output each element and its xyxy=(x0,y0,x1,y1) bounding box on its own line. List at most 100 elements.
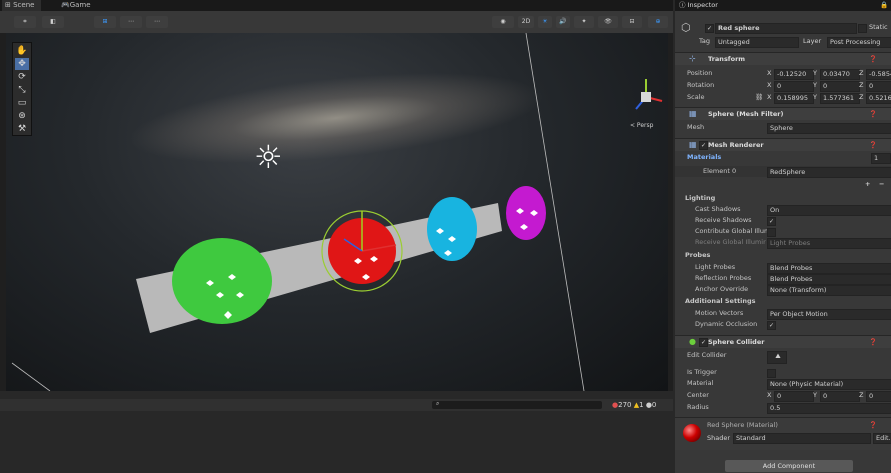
rotate-tool-icon[interactable]: ⟳ xyxy=(15,71,29,83)
lock-icon[interactable]: 🔒 xyxy=(880,0,888,11)
receive-shadows-checkbox[interactable]: ✓ xyxy=(767,217,776,226)
gizmos-menu-icon[interactable]: ⊕ xyxy=(648,16,668,28)
grid-button[interactable]: ⊞ xyxy=(94,16,116,28)
effects-toggle-icon[interactable]: ✦ xyxy=(574,16,594,28)
static-checkbox[interactable] xyxy=(858,24,867,33)
reflection-probes-row: Reflection Probes Blend Probes xyxy=(675,273,891,285)
camera-settings-icon[interactable]: ⊟ xyxy=(622,16,642,28)
probes-section[interactable]: Probes xyxy=(675,250,891,261)
radius-row: Radius 0.5 xyxy=(675,402,891,414)
materials-count-field[interactable]: 1 xyxy=(871,153,891,164)
transform-tools: ✋ ✥ ⟳ ⤡ ▭ ⊛ ⚒ xyxy=(12,42,32,136)
position-x-field[interactable]: -0.12520 xyxy=(774,69,814,80)
rotation-y-field[interactable]: 0 xyxy=(820,81,860,92)
center-row: Center X0 Y0 Z0 xyxy=(675,390,891,402)
cube-icon: ⬡ xyxy=(681,21,691,34)
constrain-proportions-icon[interactable]: ⛓ xyxy=(755,92,763,103)
shader-dropdown[interactable]: Standard xyxy=(733,433,871,444)
move-tool-icon[interactable]: ✥ xyxy=(15,58,29,70)
static-label: Static xyxy=(869,23,888,31)
directional-light-icon[interactable]: ☼ xyxy=(254,141,283,173)
2d-toggle-button[interactable]: 2D xyxy=(518,16,534,28)
scale-tool-icon[interactable]: ⤡ xyxy=(15,84,29,96)
mesh-renderer-header[interactable]: ▦ ✓ Mesh Renderer ❓ xyxy=(675,138,891,151)
layer-dropdown[interactable]: Post Processing xyxy=(827,37,891,48)
green-sphere[interactable] xyxy=(172,238,272,324)
sphere-collider-header[interactable]: ● ✓ Sphere Collider ❓ xyxy=(675,335,891,348)
object-header: ⬡ ✓ Red sphere Static xyxy=(675,21,891,34)
sphere-collider-checkbox[interactable]: ✓ xyxy=(699,338,708,347)
lighting-section[interactable]: Lighting xyxy=(675,193,891,204)
center-x-field[interactable]: 0 xyxy=(774,391,814,402)
add-component-button[interactable]: Add Component xyxy=(725,460,853,472)
position-z-field[interactable]: -0.5854 xyxy=(866,69,891,80)
mesh-renderer-checkbox[interactable]: ✓ xyxy=(699,141,708,150)
material-element-field[interactable]: RedSphere xyxy=(767,167,891,178)
scale-row: Scale ⛓ X 0.158995 Y 1.577361 Z 0.5216 xyxy=(675,92,891,104)
audio-toggle-icon[interactable]: 🔊 xyxy=(556,16,570,28)
contribute-gi-row: Contribute Global Illum xyxy=(675,226,891,237)
materials-row[interactable]: Materials 1 xyxy=(675,152,891,164)
rotation-row: Rotation X0 Y0 Z0 xyxy=(675,80,891,92)
physic-material-field[interactable]: None (Physic Material) xyxy=(767,379,891,390)
guide-line-left xyxy=(11,362,51,391)
hidden-objects-icon[interactable]: 👁 xyxy=(598,16,618,28)
orientation-gizmo[interactable] xyxy=(624,75,668,119)
hand-tool-icon[interactable]: ✋ xyxy=(15,45,29,57)
mesh-filter-header[interactable]: ▦ Sphere (Mesh Filter) ❓ xyxy=(675,107,891,120)
is-trigger-row: Is Trigger xyxy=(675,367,891,378)
radius-field[interactable]: 0.5 xyxy=(767,403,891,414)
scene-viewport[interactable]: ☼ < Persp xyxy=(6,33,668,391)
edit-collider-button[interactable]: ⛰ xyxy=(767,351,787,364)
position-y-field[interactable]: 0.03470 xyxy=(820,69,860,80)
tab-inspector[interactable]: ⓘ Inspector xyxy=(679,0,718,11)
custom-tool-icon[interactable]: ⚒ xyxy=(15,123,29,135)
is-trigger-checkbox[interactable] xyxy=(767,369,776,378)
contribute-gi-checkbox[interactable] xyxy=(767,228,776,237)
object-name-input[interactable]: Red sphere xyxy=(715,23,857,34)
rotation-x-field[interactable]: 0 xyxy=(774,81,814,92)
cyan-sphere[interactable] xyxy=(427,197,477,261)
center-z-field[interactable]: 0 xyxy=(866,391,891,402)
remove-material-button[interactable]: − xyxy=(879,179,884,190)
help-icon[interactable]: ❓ xyxy=(869,139,877,151)
receive-gi-row: Receive Global Illumir Light Probes xyxy=(675,237,891,249)
mesh-field[interactable]: Sphere xyxy=(767,123,891,134)
persp-label[interactable]: < Persp xyxy=(630,122,653,129)
mesh-row: Mesh Sphere xyxy=(675,122,891,134)
transform-tool-icon[interactable]: ⊛ xyxy=(15,110,29,122)
scale-x-field[interactable]: 0.158995 xyxy=(774,93,814,104)
help-icon[interactable]: ❓ xyxy=(869,53,877,65)
snap-button[interactable]: ⋯ xyxy=(120,16,142,28)
lighting-toggle-icon[interactable]: ☀ xyxy=(538,16,552,28)
magenta-sphere[interactable] xyxy=(506,186,546,240)
render-mode-button[interactable]: ◧ xyxy=(42,16,64,28)
add-material-button[interactable]: + xyxy=(865,179,870,190)
help-icon[interactable]: ❓ xyxy=(869,421,877,429)
active-checkbox[interactable]: ✓ xyxy=(705,24,714,33)
draw-mode-button[interactable]: ⌗ xyxy=(14,16,36,28)
increment-snap-button[interactable]: ⋯ xyxy=(146,16,168,28)
center-y-field[interactable]: 0 xyxy=(820,391,860,402)
material-preview-sphere xyxy=(683,424,701,442)
additional-settings-section[interactable]: Additional Settings xyxy=(675,296,891,307)
scene-objects xyxy=(11,33,585,391)
tab-game[interactable]: 🎮Game xyxy=(58,0,97,11)
help-icon[interactable]: ❓ xyxy=(869,108,877,120)
rotation-z-field[interactable]: 0 xyxy=(866,81,891,92)
rect-tool-icon[interactable]: ▭ xyxy=(15,97,29,109)
tag-dropdown[interactable]: Untagged xyxy=(715,37,799,48)
help-icon[interactable]: ❓ xyxy=(869,336,877,348)
console-search-input[interactable]: ⌕ xyxy=(432,400,602,409)
scale-z-field[interactable]: 0.5216 xyxy=(866,93,891,104)
scale-y-field[interactable]: 1.577361 xyxy=(820,93,860,104)
tab-scene[interactable]: ⊞ Scene xyxy=(2,0,41,11)
cast-shadows-row: Cast Shadows On xyxy=(675,204,891,216)
material-preview-section[interactable]: Red Sphere (Material) ❓ Shader Standard … xyxy=(675,417,891,450)
dynamic-occlusion-checkbox[interactable]: ✓ xyxy=(767,321,776,330)
position-row: Position X-0.12520 Y0.03470 Z-0.5854 xyxy=(675,68,891,80)
edit-shader-button[interactable]: Edit... xyxy=(873,433,891,444)
transform-header[interactable]: ⊹ Transform ❓ xyxy=(675,52,891,65)
gizmo-toggle-button[interactable]: ◉ xyxy=(492,16,514,28)
anchor-override-field[interactable]: None (Transform) xyxy=(767,285,891,296)
